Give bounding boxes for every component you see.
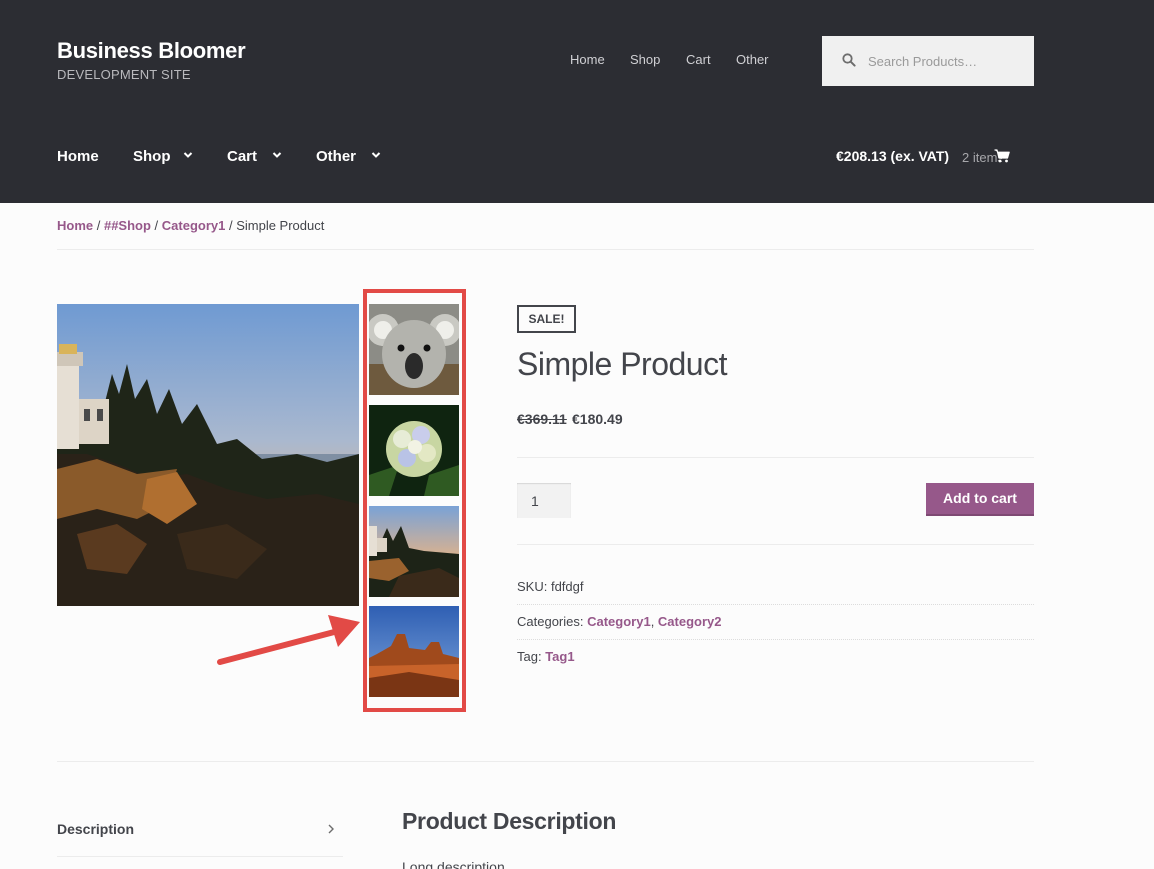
search-icon bbox=[842, 53, 856, 67]
breadcrumb-separator: / bbox=[150, 218, 162, 233]
sku-value: fdfdgf bbox=[550, 579, 584, 594]
category-link[interactable]: Category1 bbox=[587, 614, 651, 629]
secondary-nav-cart[interactable]: Cart bbox=[686, 52, 711, 67]
divider bbox=[57, 856, 343, 857]
cart-icon[interactable] bbox=[994, 149, 1010, 163]
add-to-cart-button[interactable]: Add to cart bbox=[926, 483, 1034, 516]
main-nav-home[interactable]: Home bbox=[57, 148, 99, 165]
product-sku: SKU: fdfdgf bbox=[517, 579, 584, 594]
breadcrumb-category[interactable]: Category1 bbox=[162, 218, 226, 233]
product-title: Simple Product bbox=[517, 346, 727, 382]
breadcrumb-current: Simple Product bbox=[236, 218, 325, 233]
tab-description[interactable]: Description bbox=[57, 821, 134, 837]
product-tags: Tag: Tag1 bbox=[517, 649, 575, 664]
main-nav-cart[interactable]: Cart bbox=[227, 148, 257, 165]
category-link[interactable]: Category2 bbox=[658, 614, 722, 629]
main-nav-other[interactable]: Other bbox=[316, 148, 356, 165]
chevron-down-icon[interactable] bbox=[182, 149, 194, 161]
main-nav-shop[interactable]: Shop bbox=[133, 148, 171, 165]
divider bbox=[517, 639, 1034, 640]
chevron-right-icon bbox=[328, 824, 334, 834]
breadcrumb-shop[interactable]: ##Shop bbox=[104, 218, 151, 233]
sale-badge: SALE! bbox=[517, 305, 576, 333]
divider bbox=[517, 457, 1034, 458]
breadcrumb-separator: / bbox=[93, 218, 104, 233]
price-regular: €369.11 bbox=[517, 411, 567, 427]
site-description: DEVELOPMENT SITE bbox=[57, 67, 191, 82]
site-header: Business Bloomer DEVELOPMENT SITE Home S… bbox=[0, 0, 1154, 203]
sku-label: SKU: bbox=[517, 579, 548, 594]
divider bbox=[57, 761, 1034, 762]
tag-link[interactable]: Tag1 bbox=[545, 649, 574, 664]
quantity-input[interactable] bbox=[517, 483, 571, 518]
chevron-down-icon[interactable] bbox=[370, 149, 382, 161]
product-categories: Categories: Category1, Category2 bbox=[517, 614, 722, 629]
secondary-nav-shop[interactable]: Shop bbox=[630, 52, 660, 67]
site-title[interactable]: Business Bloomer bbox=[57, 38, 246, 64]
divider bbox=[57, 249, 1034, 250]
description-body: Long description bbox=[402, 859, 505, 869]
arrow-annotation-icon bbox=[217, 615, 360, 665]
divider bbox=[517, 604, 1034, 605]
search-input[interactable]: Search Products… bbox=[822, 36, 1034, 86]
secondary-nav-other[interactable]: Other bbox=[736, 52, 769, 67]
categories-label: Categories: bbox=[517, 614, 584, 629]
breadcrumb-separator: / bbox=[225, 218, 237, 233]
cart-total[interactable]: €208.13 (ex. VAT) bbox=[836, 148, 949, 164]
thumbnail-highlight-box bbox=[363, 289, 466, 712]
divider bbox=[517, 544, 1034, 545]
description-title: Product Description bbox=[402, 808, 617, 834]
secondary-nav-home[interactable]: Home bbox=[570, 52, 605, 67]
breadcrumb-home[interactable]: Home bbox=[57, 218, 93, 233]
product-main-image[interactable] bbox=[57, 304, 359, 606]
breadcrumb: Home / ##Shop / Category1 / Simple Produ… bbox=[57, 218, 324, 233]
tag-label: Tag: bbox=[517, 649, 542, 664]
chevron-down-icon[interactable] bbox=[271, 149, 283, 161]
price-sale: €180.49 bbox=[572, 411, 623, 427]
search-placeholder: Search Products… bbox=[868, 54, 978, 69]
